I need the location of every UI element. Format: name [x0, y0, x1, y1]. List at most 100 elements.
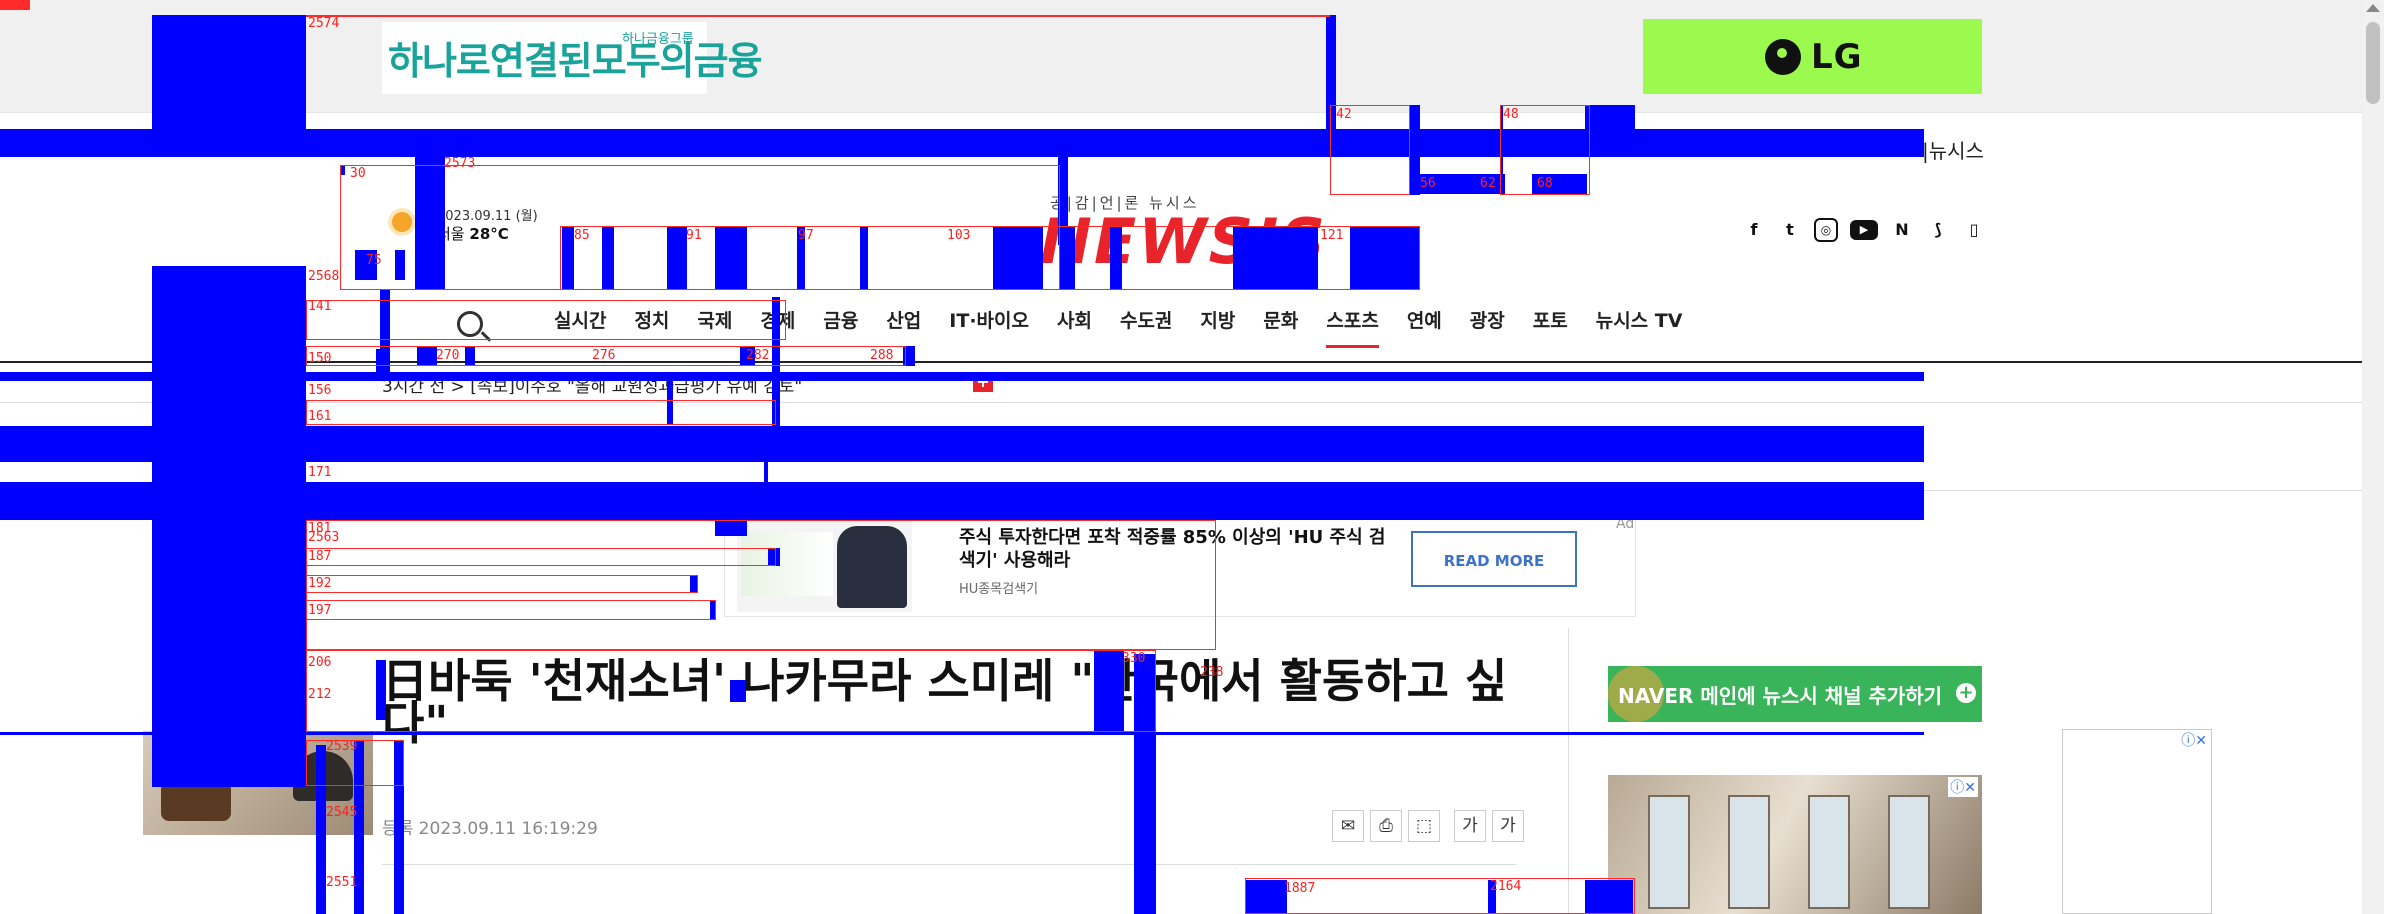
overlay-label: 97 — [798, 228, 814, 243]
interior-ad[interactable]: ⓘ✕ — [1608, 775, 1982, 914]
facebook-icon[interactable]: f — [1742, 218, 1766, 242]
nav-item-society[interactable]: 사회 — [1057, 306, 1092, 348]
overlay-label: 75 — [366, 253, 382, 268]
overlay-outline — [306, 600, 716, 620]
scrollbar-thumb[interactable] — [2366, 22, 2380, 104]
nav-item-newsis-tv[interactable]: 뉴시스 TV — [1596, 306, 1683, 348]
nav-item-finance[interactable]: 금융 — [823, 306, 858, 348]
nav-item-entertainment[interactable]: 연예 — [1407, 306, 1442, 348]
nav-item-culture[interactable]: 문화 — [1263, 306, 1298, 348]
overlay-block — [764, 462, 768, 482]
read-more-button[interactable]: READ MORE — [1411, 531, 1577, 587]
overlay-label: 2573 — [444, 156, 476, 171]
window-image — [1808, 795, 1850, 909]
overlay-label: 2551 — [326, 875, 358, 890]
overlay-label: 171 — [308, 465, 332, 480]
bag-image — [161, 781, 231, 821]
overlay-block — [0, 482, 1924, 520]
nav-item-it-bio[interactable]: IT·바이오 — [949, 306, 1029, 348]
overlay-label: 276 — [592, 348, 616, 363]
overlay-label: 121 — [1320, 228, 1344, 243]
overlay-outline — [306, 400, 776, 425]
overlay-label: 187 — [308, 549, 332, 564]
overlay-label: 206 — [308, 655, 332, 670]
nav-item-local[interactable]: 지방 — [1200, 306, 1235, 348]
window-image — [1888, 795, 1930, 909]
window-image — [1648, 795, 1690, 909]
scroll-up-arrow-icon[interactable] — [2366, 4, 2380, 12]
overlay-label: 56 — [1420, 176, 1436, 191]
naver-banner-label: 메인에 뉴스시 채널 추가하기 — [1700, 684, 1943, 708]
hana-ad-brand: 하나금융그룹 — [622, 32, 694, 47]
window-image — [1728, 795, 1770, 909]
overlay-outline — [306, 575, 698, 593]
overlay-block — [152, 745, 306, 787]
lg-logo-icon — [1765, 39, 1801, 75]
overlay-label: 48 — [1503, 107, 1519, 122]
overlay-label: 68 — [1537, 176, 1553, 191]
overlay-label: 2539 — [326, 739, 358, 754]
overlay-block — [0, 129, 1924, 157]
naver-channel-banner[interactable]: NAVER 메인에 뉴스시 채널 추가하기 + — [1608, 666, 1982, 722]
overlay-block — [152, 266, 306, 786]
font-larger-button[interactable]: 가 — [1454, 810, 1486, 842]
overlay-label: 161 — [308, 409, 332, 424]
nav-item-plaza[interactable]: 광장 — [1470, 306, 1505, 348]
overlay-label: 62 — [1480, 176, 1496, 191]
overlay-label: 2545 — [326, 805, 358, 820]
overlay-label: 2574 — [308, 16, 340, 31]
right-ad-frame[interactable]: ⓘ✕ — [2062, 729, 2212, 914]
lg-ad[interactable]: LG — [1643, 19, 1982, 94]
overlay-label: 30 — [350, 166, 366, 181]
overlay-block — [152, 15, 306, 130]
youtube-icon[interactable]: ▶ — [1850, 220, 1878, 240]
overlay-label: 288 — [870, 348, 894, 363]
pdf-icon[interactable]: ⬚ — [1408, 810, 1440, 842]
print-icon[interactable]: ⎙ — [1370, 810, 1402, 842]
lg-ad-text: LG — [1811, 37, 1863, 77]
overlay-label: 212 — [308, 687, 332, 702]
overlay-outline — [0, 0, 30, 10]
instagram-icon[interactable]: ◎ — [1814, 218, 1838, 242]
overlay-label: 85 — [574, 228, 590, 243]
overlay-block — [0, 426, 1924, 462]
sidebar-border — [1568, 628, 1569, 914]
overlay-label: 103 — [947, 228, 971, 243]
article-tools: ✉ ⎙ ⬚ 가 가 — [1332, 810, 1524, 842]
nav-item-industry[interactable]: 산업 — [886, 306, 921, 348]
rss-icon[interactable]: ⟆ — [1926, 218, 1950, 242]
article-divider — [382, 864, 1516, 865]
nav-item-photo[interactable]: 포토 — [1533, 306, 1568, 348]
overlay-outline — [306, 300, 786, 340]
overlay-block — [1585, 105, 1635, 130]
email-icon[interactable]: ✉ — [1332, 810, 1364, 842]
adchoice-icon[interactable]: ⓘ✕ — [2181, 730, 2207, 750]
overlay-label: 42 — [1336, 107, 1352, 122]
nav-item-sports[interactable]: 스포츠 — [1326, 306, 1379, 348]
twitter-icon[interactable]: t — [1778, 218, 1802, 242]
overlay-label: 197 — [308, 603, 332, 618]
overlay-label: 2563 — [308, 530, 340, 545]
newsis-top-link[interactable]: |뉴시스 — [1922, 135, 1984, 164]
overlay-label: 2164 — [1490, 879, 1522, 894]
overlay-label: 156 — [308, 383, 332, 398]
plus-icon: + — [1956, 683, 1976, 703]
mobile-icon[interactable]: ▯ — [1962, 218, 1986, 242]
overlay-label: 1887 — [1284, 881, 1316, 896]
hana-financial-ad[interactable]: 하나로연결된모두의금융 하나금융그룹 — [382, 22, 763, 94]
social-links: f t ◎ ▶ N ⟆ ▯ — [1742, 216, 1986, 244]
overlay-block — [0, 372, 1924, 381]
nav-item-capital[interactable]: 수도권 — [1120, 306, 1172, 348]
overlay-label: 192 — [308, 576, 332, 591]
article-date: 등록 2023.09.11 16:19:29 — [382, 819, 598, 839]
naver-icon[interactable]: N — [1890, 218, 1914, 242]
overlay-block — [0, 732, 1924, 735]
naver-brand: NAVER — [1618, 684, 1694, 708]
font-smaller-button[interactable]: 가 — [1492, 810, 1524, 842]
hana-ad-text: 하나로연결된모두의금융 — [388, 39, 763, 83]
overlay-label: 150 — [308, 351, 332, 366]
overlay-label: 91 — [686, 228, 702, 243]
adchoice-close-icon[interactable]: ⓘ✕ — [1948, 777, 1978, 797]
scrollbar[interactable] — [2362, 0, 2384, 914]
overlay-label: 2568 — [308, 269, 340, 284]
